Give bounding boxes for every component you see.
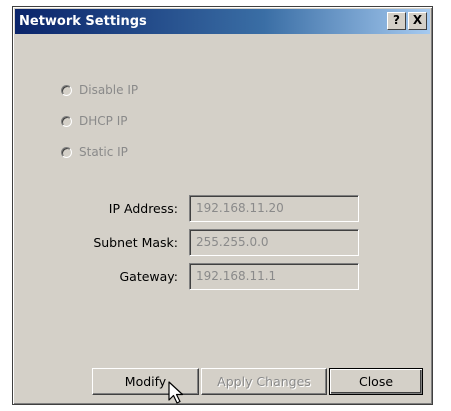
radio-circle-icon[interactable] [61, 115, 72, 127]
close-title-button[interactable]: X [408, 12, 427, 30]
ip-address-input[interactable]: 192.168.11.20 [189, 195, 359, 222]
mouse-pointer-icon [168, 381, 184, 404]
radio-dhcp-ip[interactable]: DHCP IP [61, 113, 127, 129]
gateway-input[interactable]: 192.168.11.1 [189, 263, 359, 290]
subnet-mask-input[interactable]: 255.255.0.0 [189, 229, 359, 256]
subnet-mask-label: Subnet Mask: [93, 235, 178, 250]
gateway-label: Gateway: [119, 269, 178, 284]
radio-static-ip[interactable]: Static IP [61, 144, 128, 160]
radio-label: Static IP [79, 145, 128, 159]
radio-label: DHCP IP [79, 114, 128, 128]
radio-circle-icon[interactable] [61, 84, 72, 96]
dialog-title: Network Settings [19, 14, 147, 29]
radio-disable-ip[interactable]: Disable IP [61, 82, 138, 98]
ip-address-label: IP Address: [108, 201, 178, 216]
apply-changes-button[interactable]: Apply Changes [201, 368, 327, 395]
close-button[interactable]: Close [329, 368, 423, 395]
radio-label: Disable IP [79, 83, 139, 97]
radio-circle-icon[interactable] [61, 146, 72, 158]
help-button[interactable]: ? [387, 12, 406, 30]
title-bar[interactable]: Network Settings ? X [15, 9, 430, 34]
network-settings-dialog: Network Settings ? X Disable IP DHCP IP … [12, 6, 433, 405]
